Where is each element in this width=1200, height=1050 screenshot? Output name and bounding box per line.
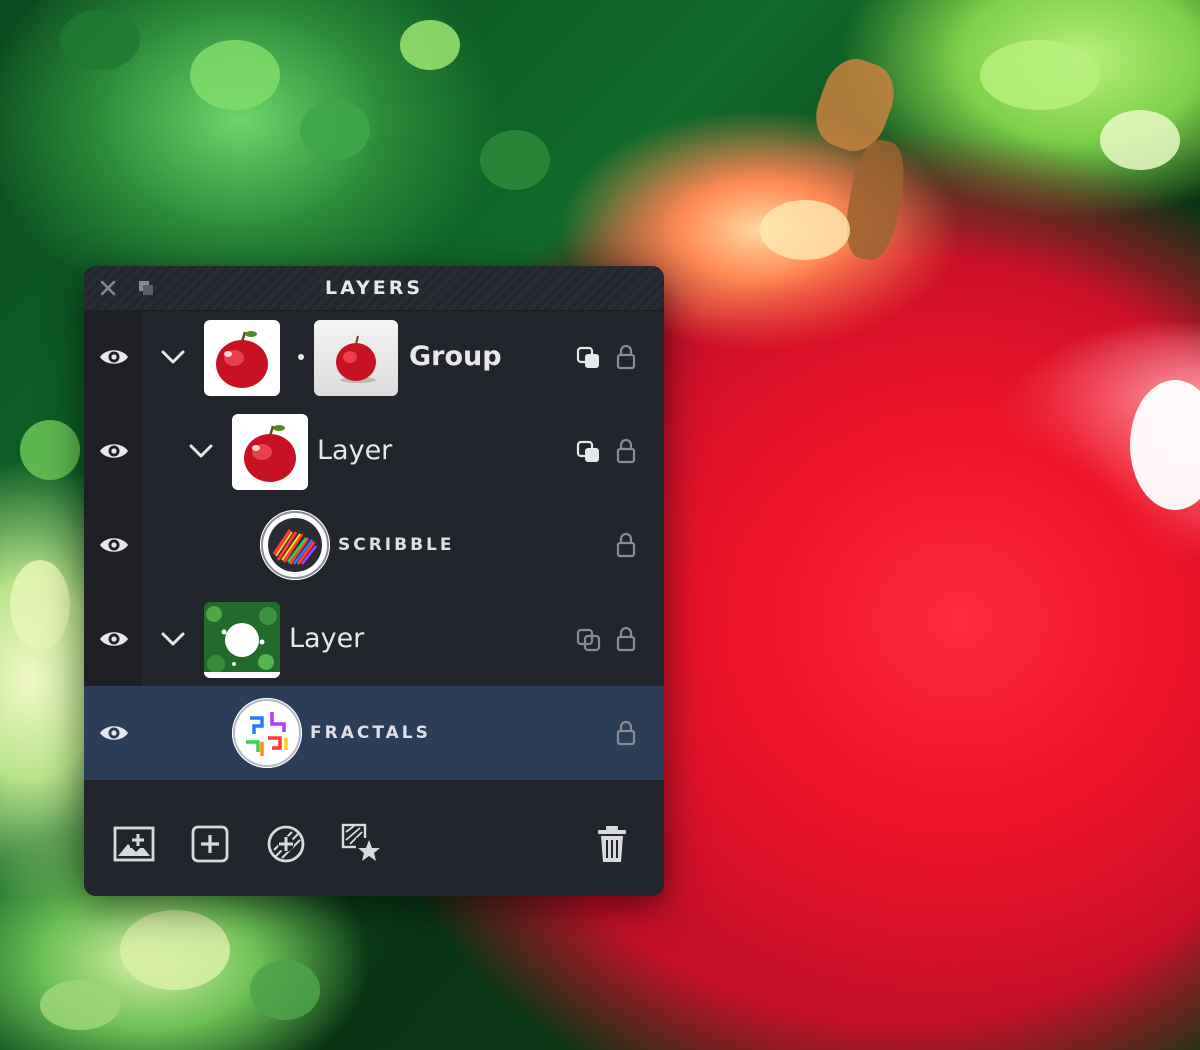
lock-icon[interactable] [615,438,637,464]
add-image-layer-icon[interactable] [112,822,156,866]
lock-icon[interactable] [615,344,637,370]
mask-linked-icon[interactable] [576,440,602,464]
eye-icon[interactable] [98,535,130,555]
add-layer-icon[interactable] [188,822,232,866]
trash-icon[interactable] [590,822,634,866]
layer-row-image[interactable]: Layer [84,592,664,686]
layer-name[interactable]: SCRIBBLE [338,498,455,592]
lock-icon[interactable] [615,532,637,558]
layers-toolbar [84,790,664,896]
lock-icon[interactable] [615,720,637,746]
add-favorite-effect-icon[interactable] [340,822,384,866]
eye-icon[interactable] [98,441,130,461]
scribble-effect-icon[interactable] [260,510,330,580]
layer-row-effect-scribble[interactable]: SCRIBBLE [84,498,664,592]
lock-icon[interactable] [615,626,637,652]
eye-icon[interactable] [98,723,130,743]
panel-title: LAYERS [324,277,424,299]
layer-name[interactable]: Layer [317,404,392,498]
eye-icon[interactable] [98,629,130,649]
mask-unlinked-icon[interactable] [576,628,602,652]
layers-panel: LAYERS Group Layer SCRIBBLE Layer FRACTA… [84,266,664,896]
chevron-down-icon[interactable] [188,442,214,460]
chevron-down-icon[interactable] [160,630,186,648]
foliage-thumbnail[interactable] [204,602,280,678]
apple-thumbnail[interactable] [232,414,308,490]
layer-row-effect-fractals[interactable]: FRACTALS [84,686,664,780]
mask-thumbnail[interactable] [314,320,398,396]
eye-icon[interactable] [98,347,130,367]
layer-name[interactable]: Layer [289,592,364,686]
mask-linked-icon[interactable] [576,346,602,370]
add-effect-icon[interactable] [264,822,308,866]
layer-name[interactable]: Group [409,310,502,404]
chevron-down-icon[interactable] [160,348,186,366]
layer-row-image[interactable]: Layer [84,404,664,498]
fractals-effect-icon[interactable] [232,698,302,768]
layer-name[interactable]: FRACTALS [310,686,431,780]
apple-thumbnail[interactable] [204,320,280,396]
layer-row-group[interactable]: Group [84,310,664,404]
link-dot [298,354,304,360]
panel-titlebar[interactable]: LAYERS [84,266,664,311]
layer-list: Group Layer SCRIBBLE Layer FRACTALS [84,310,664,780]
